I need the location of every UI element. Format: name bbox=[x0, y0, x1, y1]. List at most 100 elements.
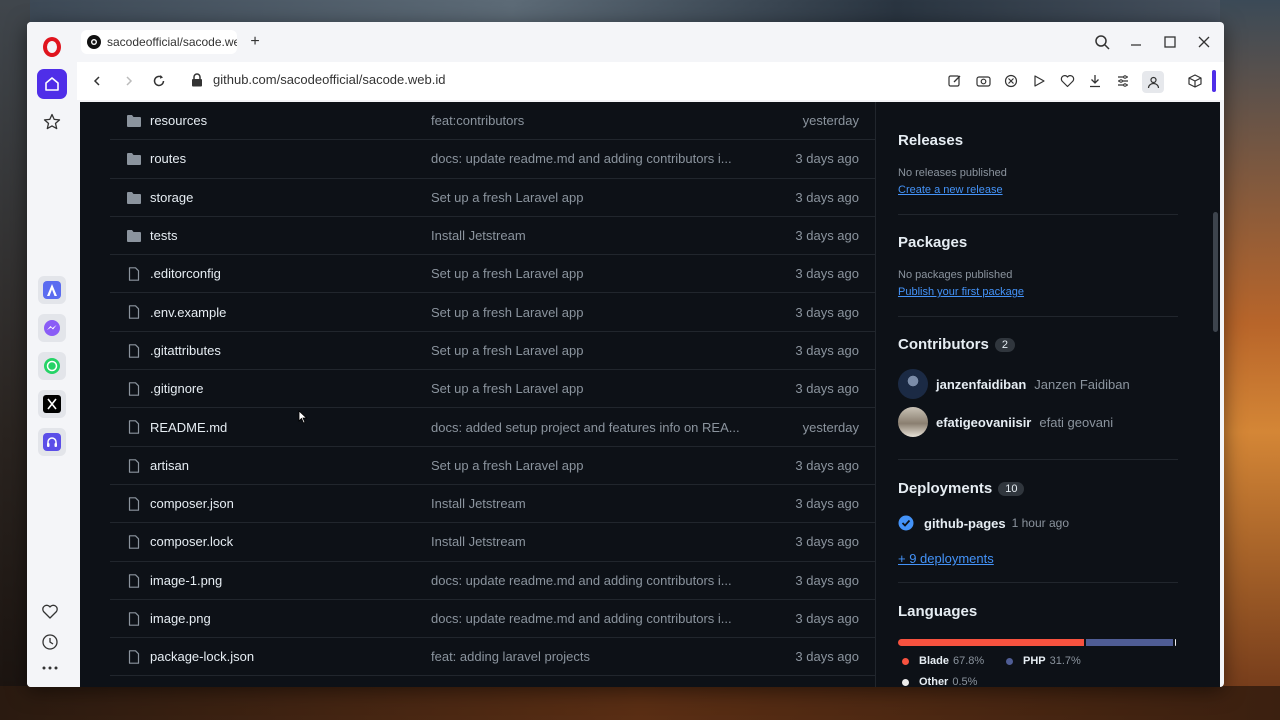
contributor-item[interactable]: efatigeovaniisir efati geovani bbox=[898, 407, 1113, 437]
file-row[interactable]: .env.example Set up a fresh Laravel app 3 … bbox=[110, 293, 875, 332]
commit-message-link[interactable]: Install Jetstream bbox=[431, 496, 751, 511]
deployment-env[interactable]: github-pages bbox=[924, 516, 1006, 531]
file-name-link[interactable]: .editorconfig bbox=[150, 266, 221, 281]
file-row[interactable]: routes docs: update readme.md and adding … bbox=[110, 140, 875, 179]
music-player-button[interactable] bbox=[38, 428, 66, 456]
publish-package-link[interactable]: Publish your first package bbox=[898, 286, 1024, 298]
file-name-link[interactable]: package-lock.json bbox=[150, 649, 254, 664]
commit-message-link[interactable]: Set up a fresh Laravel app bbox=[431, 190, 751, 205]
maximize-button[interactable] bbox=[1160, 32, 1180, 52]
player-button[interactable] bbox=[1030, 71, 1048, 91]
contributors-heading[interactable]: Contributors 2 bbox=[898, 336, 1015, 353]
page-scrollbar[interactable] bbox=[1210, 102, 1220, 687]
browser-tab[interactable]: sacodeofficial/sacode.web bbox=[81, 30, 237, 54]
file-row[interactable]: .editorconfig Set up a fresh Laravel app 3… bbox=[110, 255, 875, 294]
adblock-button[interactable] bbox=[1002, 71, 1020, 91]
commit-message-link[interactable]: Set up a fresh Laravel app bbox=[431, 343, 751, 358]
file-row[interactable]: image.png docs: update readme.md and addi… bbox=[110, 600, 875, 639]
file-name-link[interactable]: tests bbox=[150, 228, 177, 243]
commit-message-link[interactable]: feat:contributors bbox=[431, 113, 751, 128]
more-deployments-link[interactable]: + 9 deployments bbox=[898, 551, 994, 566]
file-name-link[interactable]: artisan bbox=[150, 458, 189, 473]
file-row[interactable]: resources feat:contributors yesterday bbox=[110, 102, 875, 141]
history-icon[interactable] bbox=[41, 633, 59, 651]
releases-status: No releases published bbox=[898, 167, 1007, 179]
file-row[interactable]: composer.lock Install Jetstream 3 days ago bbox=[110, 523, 875, 562]
file-row[interactable]: tests Install Jetstream 3 days ago bbox=[110, 217, 875, 256]
commit-message-link[interactable]: Set up a fresh Laravel app bbox=[431, 458, 751, 473]
file-name-link[interactable]: image-1.png bbox=[150, 573, 222, 588]
contributor-item[interactable]: janzenfaidiban Janzen Faidiban bbox=[898, 369, 1130, 399]
profile-button[interactable] bbox=[1142, 71, 1164, 93]
file-name-link[interactable]: .gitattributes bbox=[150, 343, 221, 358]
commit-message-link[interactable]: Set up a fresh Laravel app bbox=[431, 381, 751, 396]
easy-setup-button[interactable] bbox=[1114, 71, 1132, 91]
file-name-link[interactable]: storage bbox=[150, 190, 193, 205]
language-item[interactable]: Other 0.5% bbox=[902, 676, 977, 687]
file-name-link[interactable]: README.md bbox=[150, 420, 227, 435]
file-name-link[interactable]: composer.lock bbox=[150, 534, 233, 549]
contributor-login[interactable]: janzenfaidiban bbox=[936, 377, 1026, 392]
forward-button[interactable] bbox=[119, 71, 139, 91]
back-button[interactable] bbox=[87, 71, 107, 91]
file-name-link[interactable]: image.png bbox=[150, 611, 211, 626]
aria-ai-button[interactable] bbox=[38, 276, 66, 304]
avatar[interactable] bbox=[898, 369, 928, 399]
commit-message-link[interactable]: docs: update readme.md and adding contri… bbox=[431, 573, 751, 588]
favorite-button[interactable] bbox=[1058, 71, 1076, 91]
extensions-button[interactable] bbox=[1186, 72, 1204, 90]
new-tab-button[interactable]: + bbox=[245, 32, 265, 52]
deployments-heading[interactable]: Deployments 10 bbox=[898, 480, 1025, 497]
avatar[interactable] bbox=[898, 407, 928, 437]
commit-message-link[interactable]: Install Jetstream bbox=[431, 228, 751, 243]
file-name-link[interactable]: resources bbox=[150, 113, 207, 128]
file-row[interactable]: .gitattributes Set up a fresh Laravel app… bbox=[110, 332, 875, 371]
whatsapp-button[interactable] bbox=[38, 352, 66, 380]
file-row[interactable]: composer.json Install Jetstream 3 days ago bbox=[110, 485, 875, 524]
close-icon bbox=[1198, 36, 1210, 48]
url-field[interactable]: github.com/sacodeofficial/sacode.web.id bbox=[213, 72, 445, 87]
file-name-link[interactable]: routes bbox=[150, 151, 186, 166]
commit-message-link[interactable]: Install Jetstream bbox=[431, 534, 751, 549]
deployment-item[interactable]: github-pages 1 hour ago bbox=[898, 515, 1069, 531]
lock-icon[interactable] bbox=[191, 73, 203, 87]
file-row[interactable]: package-lock.json feat: adding laravel pr… bbox=[110, 638, 875, 677]
heart-icon[interactable] bbox=[41, 603, 59, 621]
scrollbar-thumb[interactable] bbox=[1213, 212, 1218, 332]
more-icon[interactable] bbox=[41, 663, 59, 673]
commit-message-link[interactable]: feat: adding laravel projects bbox=[431, 649, 751, 664]
file-row[interactable]: README.md docs: added setup project and f… bbox=[110, 408, 875, 447]
commit-message-link[interactable]: docs: added setup project and features i… bbox=[431, 420, 751, 435]
file-name-link[interactable]: .env.example bbox=[150, 305, 226, 320]
contributor-login[interactable]: efatigeovaniisir bbox=[936, 415, 1031, 430]
edit-button[interactable] bbox=[946, 71, 964, 91]
home-button[interactable] bbox=[37, 69, 67, 99]
downloads-button[interactable] bbox=[1086, 71, 1104, 91]
close-button[interactable] bbox=[1194, 32, 1214, 52]
commit-date: yesterday bbox=[802, 113, 859, 129]
file-row[interactable]: artisan Set up a fresh Laravel app 3 days … bbox=[110, 447, 875, 485]
sidebar-toggle[interactable] bbox=[1212, 70, 1216, 92]
file-name-link[interactable]: .gitignore bbox=[150, 381, 203, 396]
messenger-button[interactable] bbox=[38, 314, 66, 342]
x-twitter-button[interactable] bbox=[38, 390, 66, 418]
reload-button[interactable] bbox=[149, 71, 169, 91]
language-bar-segment bbox=[898, 639, 1084, 646]
bookmarks-button[interactable] bbox=[41, 111, 63, 133]
file-name-link[interactable]: composer.json bbox=[150, 496, 234, 511]
create-release-link[interactable]: Create a new release bbox=[898, 184, 1003, 196]
home-icon bbox=[45, 77, 59, 91]
minimize-button[interactable] bbox=[1126, 32, 1146, 52]
opera-logo-icon[interactable] bbox=[43, 37, 61, 57]
search-tabs-button[interactable] bbox=[1092, 32, 1112, 52]
file-row[interactable]: image-1.png docs: update readme.md and ad… bbox=[110, 562, 875, 600]
file-row[interactable]: storage Set up a fresh Laravel app 3 days … bbox=[110, 179, 875, 217]
commit-message-link[interactable]: docs: update readme.md and adding contri… bbox=[431, 151, 751, 166]
file-row[interactable]: .gitignore Set up a fresh Laravel app 3 da… bbox=[110, 370, 875, 409]
commit-message-link[interactable]: docs: update readme.md and adding contri… bbox=[431, 611, 751, 626]
snapshot-button[interactable] bbox=[974, 71, 992, 91]
commit-message-link[interactable]: Set up a fresh Laravel app bbox=[431, 305, 751, 320]
language-item[interactable]: Blade 67.8% bbox=[902, 655, 984, 667]
commit-message-link[interactable]: Set up a fresh Laravel app bbox=[431, 266, 751, 281]
language-item[interactable]: PHP 31.7% bbox=[1006, 655, 1081, 667]
